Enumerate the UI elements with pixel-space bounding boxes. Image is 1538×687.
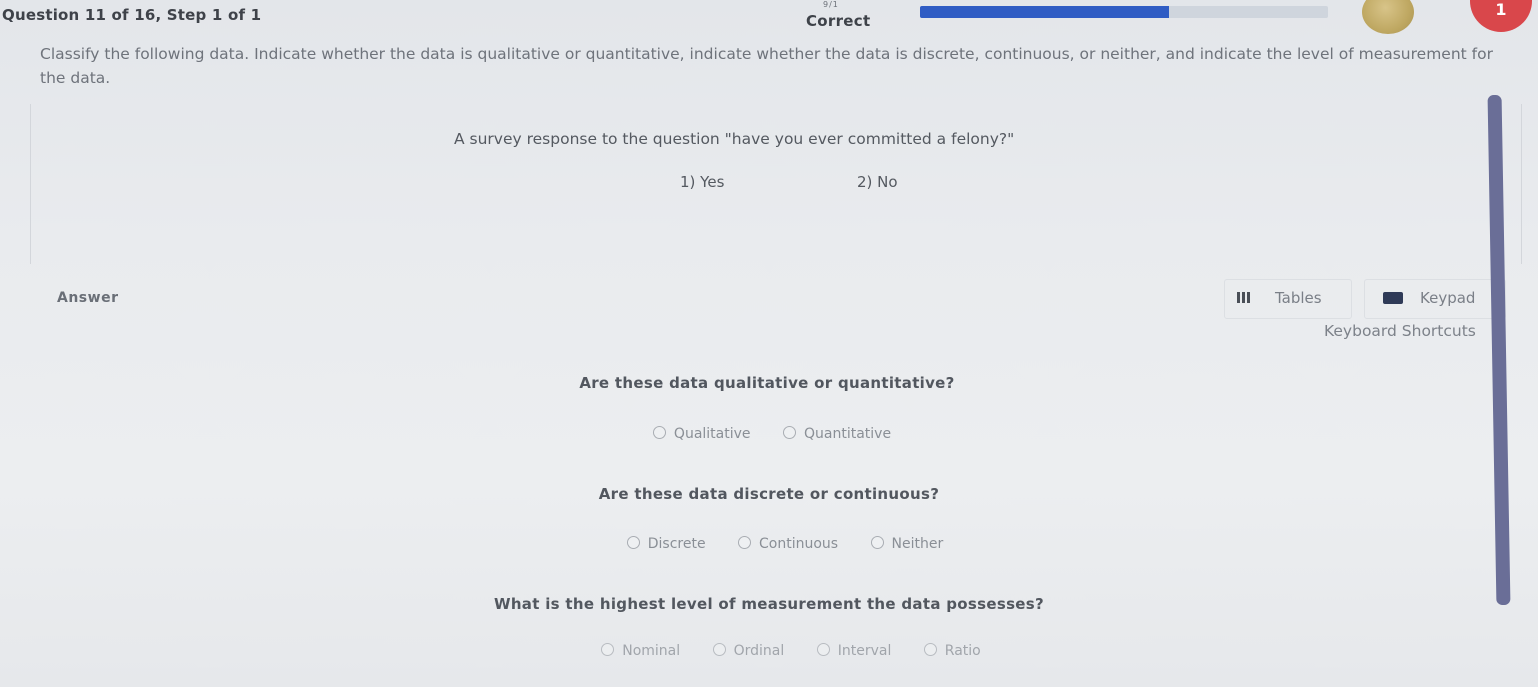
option-label: Discrete <box>647 536 706 552</box>
option-qualitative[interactable]: Qualitative <box>652 426 751 442</box>
radio-button[interactable] <box>782 426 796 439</box>
answer-label: Answer <box>57 290 119 306</box>
question-panel <box>30 104 1522 264</box>
survey-option-no: 2) No <box>857 173 898 191</box>
option-label: Interval <box>837 643 892 659</box>
progress-bar <box>920 6 1328 18</box>
survey-prompt: A survey response to the question "have … <box>454 130 1015 148</box>
option-label: Neither <box>891 536 944 552</box>
radio-button[interactable] <box>601 643 615 656</box>
option-label: Quantitative <box>803 426 892 442</box>
keyboard-icon <box>1383 292 1403 304</box>
tables-label: Tables <box>1275 289 1322 307</box>
status-label: Correct <box>806 12 871 30</box>
discrete-continuous-options: Discrete Continuous Neither <box>16 536 1538 552</box>
option-label: Continuous <box>759 536 839 552</box>
option-interval[interactable]: Interval <box>816 643 892 659</box>
level-of-measurement-question: What is the highest level of measurement… <box>493 595 1045 613</box>
heart-icon[interactable]: 1 <box>1470 0 1532 32</box>
progress-bar-fill <box>920 6 1169 18</box>
keyboard-shortcuts-link[interactable]: Keyboard Shortcuts <box>1324 322 1476 340</box>
option-quantitative[interactable]: Quantitative <box>782 426 892 442</box>
discrete-continuous-question: Are these data discrete or continuous? <box>598 485 940 503</box>
keypad-label: Keypad <box>1420 289 1476 307</box>
option-discrete[interactable]: Discrete <box>626 536 706 552</box>
option-nominal[interactable]: Nominal <box>601 643 680 659</box>
option-ordinal[interactable]: Ordinal <box>712 643 785 659</box>
survey-option-yes: 1) Yes <box>680 173 725 191</box>
radio-button[interactable] <box>652 426 666 439</box>
instructions-text: Classify the following data. Indicate wh… <box>40 45 1493 87</box>
qualitative-quantitative-options: Qualitative Quantitative <box>3 426 1538 442</box>
question-info: Question 11 of 16, Step 1 of 1 <box>2 6 262 24</box>
level-of-measurement-options: Nominal Ordinal Interval Ratio <box>22 643 1538 659</box>
table-grid-icon <box>1237 292 1250 303</box>
hearts-count: 1 <box>1495 0 1507 19</box>
tables-button[interactable]: Tables <box>1224 279 1352 319</box>
option-label: Ratio <box>944 643 981 659</box>
radio-button[interactable] <box>870 536 884 549</box>
radio-button[interactable] <box>923 643 937 656</box>
option-continuous[interactable]: Continuous <box>738 536 838 552</box>
qualitative-quantitative-question: Are these data qualitative or quantitati… <box>579 374 955 392</box>
radio-button[interactable] <box>626 536 640 549</box>
keypad-button[interactable]: Keypad <box>1364 279 1506 319</box>
option-ratio[interactable]: Ratio <box>923 643 981 659</box>
option-label: Nominal <box>622 643 681 659</box>
option-label: Qualitative <box>673 426 751 442</box>
option-neither[interactable]: Neither <box>870 536 944 552</box>
radio-button[interactable] <box>738 536 752 549</box>
progress-ticks: 9/1 <box>823 0 839 9</box>
coin-icon[interactable] <box>1362 0 1414 34</box>
radio-button[interactable] <box>712 643 726 656</box>
radio-button[interactable] <box>816 643 830 656</box>
option-label: Ordinal <box>733 643 785 659</box>
